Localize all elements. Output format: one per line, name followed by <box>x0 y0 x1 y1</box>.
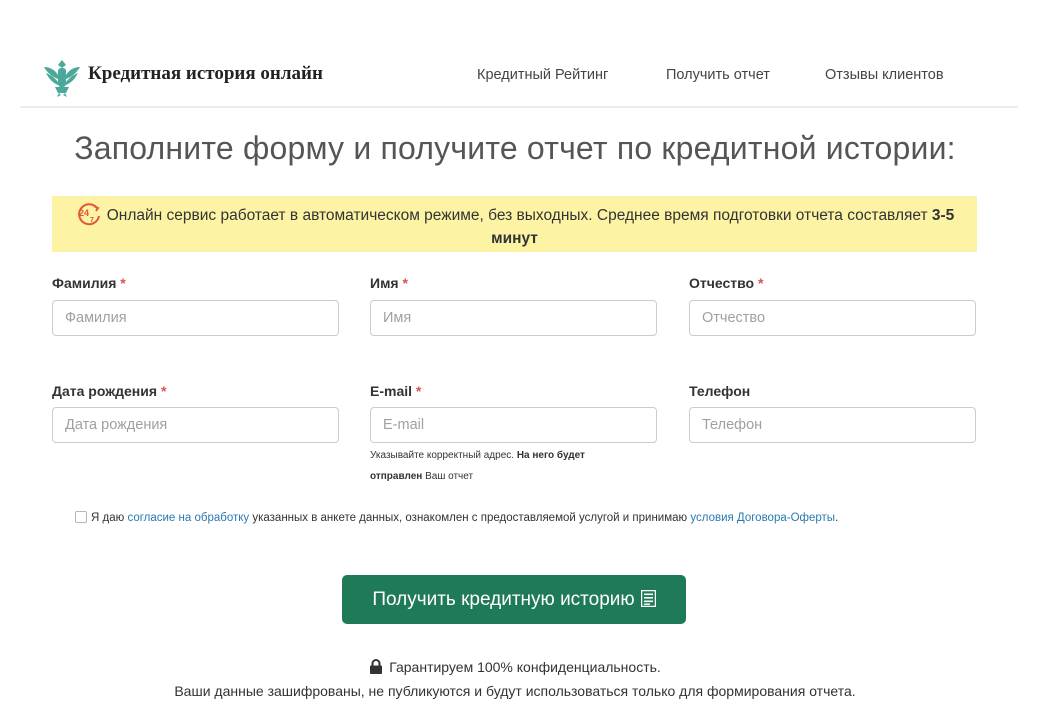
privacy-guarantee-text: Гарантируем 100% конфиденциальность. <box>389 659 661 675</box>
consent-processing-link[interactable]: согласие на обработку <box>127 512 249 524</box>
phone-label-text: Телефон <box>689 383 751 399</box>
site-header: Кредитная история онлайн Кредитный Рейти… <box>20 50 1018 108</box>
nav-get-report[interactable]: Получить отчет <box>666 67 770 83</box>
svg-text:24: 24 <box>79 208 89 218</box>
consent-text-2: указанных в анкете данных, ознакомлен с … <box>249 512 691 524</box>
lock-icon <box>370 659 383 674</box>
required-mark: * <box>402 275 408 291</box>
24-7-icon: 24 7 <box>77 203 100 226</box>
phone-input[interactable] <box>689 407 976 443</box>
birth-date-input[interactable] <box>52 407 339 443</box>
first-name-input[interactable] <box>370 300 657 336</box>
email-hint-suffix: Ваш отчет <box>422 471 474 482</box>
middle-name-label-text: Отчество <box>689 275 755 291</box>
nav-credit-rating[interactable]: Кредитный Рейтинг <box>477 67 608 83</box>
consent-text-3: . <box>835 512 839 524</box>
middle-name-input[interactable] <box>689 300 976 336</box>
email-input[interactable] <box>370 407 657 443</box>
privacy-note: Гарантируем 100% конфиденциальность. Ваш… <box>0 655 1030 703</box>
offer-agreement-link[interactable]: условия Договора-Оферты <box>690 512 835 524</box>
email-hint-prefix: Указывайте корректный адрес. <box>370 450 517 461</box>
birth-date-label-text: Дата рождения <box>52 383 158 399</box>
required-mark: * <box>120 275 126 291</box>
consent-checkbox[interactable] <box>75 511 87 523</box>
first-name-label: Имя * <box>370 275 408 291</box>
consent-row: Я даю согласие на обработку указанных в … <box>75 511 838 524</box>
last-name-label-text: Фамилия <box>52 275 117 291</box>
consent-text-1: Я даю <box>91 512 128 524</box>
email-hint: Указывайте корректный адрес. На него буд… <box>370 445 640 487</box>
phone-label: Телефон <box>689 383 750 399</box>
last-name-label: Фамилия * <box>52 275 126 291</box>
email-label-text: E-mail <box>370 383 413 399</box>
svg-text:7: 7 <box>90 217 94 224</box>
privacy-line-1: Гарантируем 100% конфиденциальность. <box>0 655 1030 679</box>
brand-title[interactable]: Кредитная история онлайн <box>88 63 323 85</box>
get-credit-history-button[interactable]: Получить кредитную историю <box>342 575 686 624</box>
page-title: Заполните форму и получите отчет по кред… <box>74 130 956 166</box>
list-icon <box>640 589 656 607</box>
first-name-label-text: Имя <box>370 275 399 291</box>
nav-customer-reviews[interactable]: Отзывы клиентов <box>825 67 944 83</box>
birth-date-label: Дата рождения * <box>52 383 166 399</box>
privacy-line-2: Ваши данные зашифрованы, не публикуются … <box>174 683 856 699</box>
eagle-emblem-icon[interactable] <box>40 55 84 99</box>
required-mark: * <box>160 383 167 399</box>
middle-name-label: Отчество * <box>689 275 763 291</box>
last-name-input[interactable] <box>52 300 339 336</box>
service-notice: 24 7 Онлайн сервис работает в автоматиче… <box>52 196 977 252</box>
notice-text: Онлайн сервис работает в автоматическом … <box>106 207 932 224</box>
required-mark: * <box>415 383 422 399</box>
email-label: E-mail * <box>370 383 421 399</box>
submit-button-label: Получить кредитную историю <box>372 588 635 610</box>
required-mark: * <box>757 275 764 291</box>
